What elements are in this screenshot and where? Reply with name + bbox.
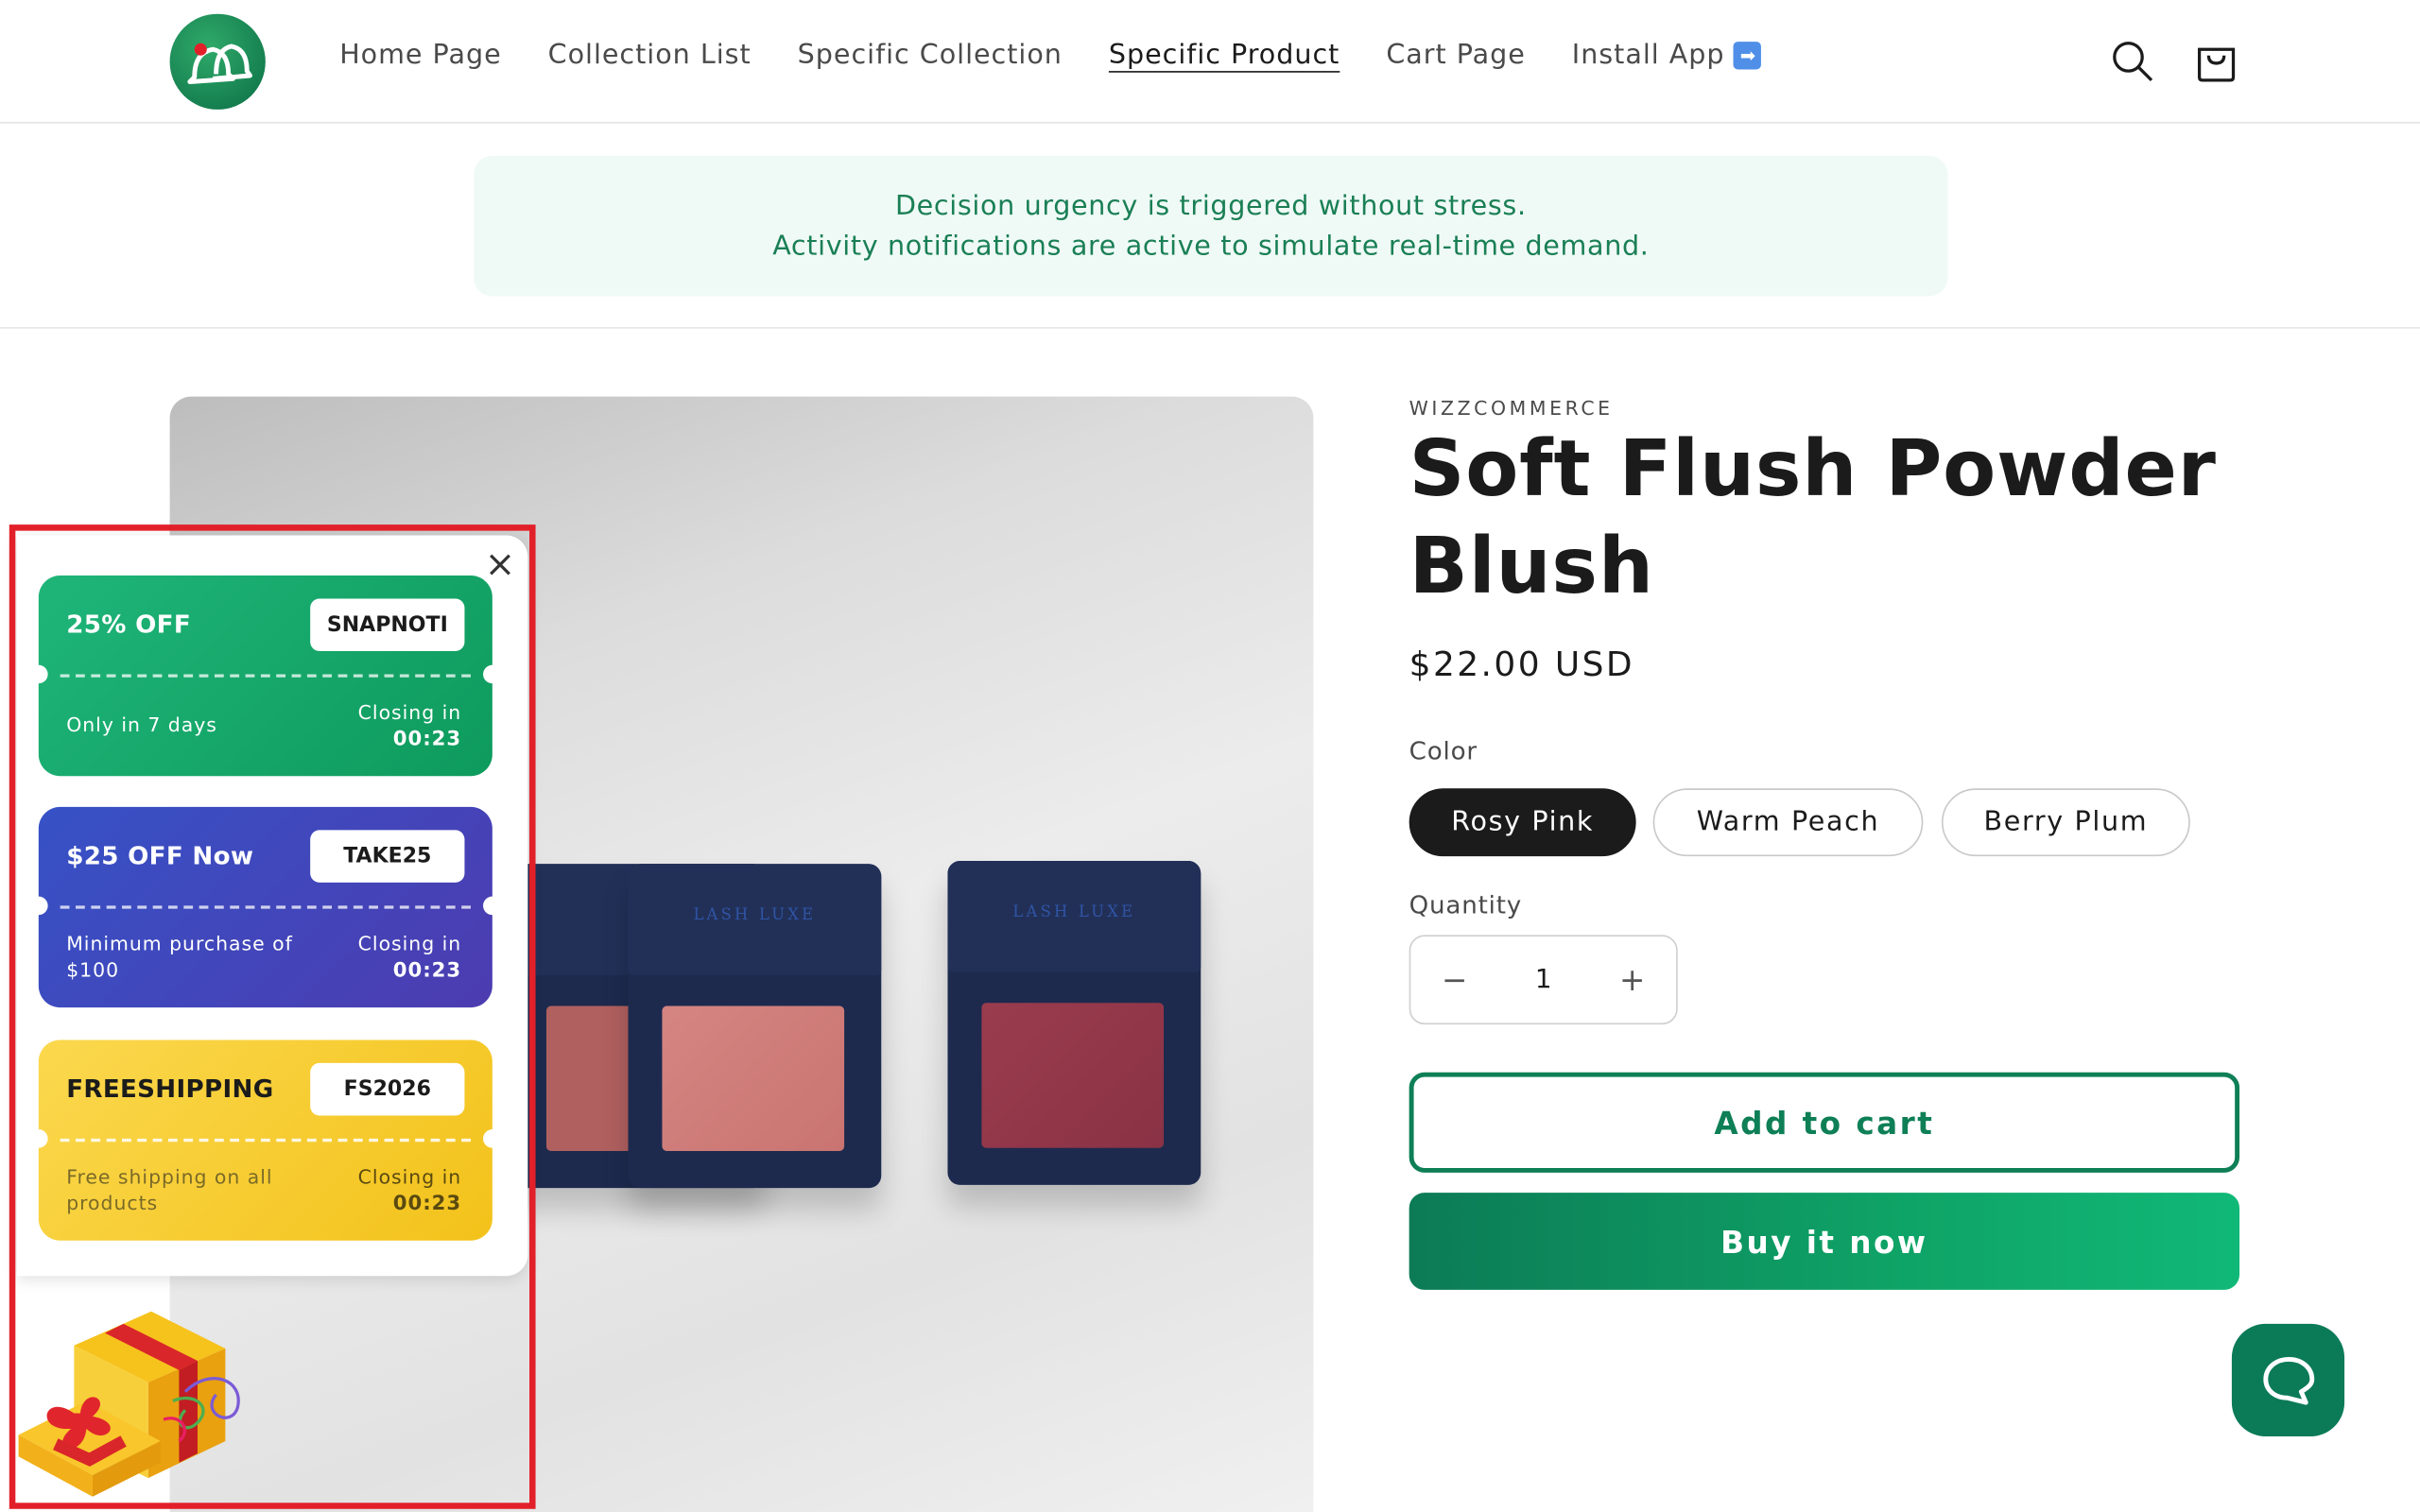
chat-launcher-button[interactable] xyxy=(2231,1323,2345,1437)
banner-line-2: Activity notifications are active to sim… xyxy=(772,231,1650,263)
buy-now-button[interactable]: Buy it now xyxy=(1409,1193,2240,1290)
quantity-input[interactable]: 1 xyxy=(1535,964,1552,995)
nav-home[interactable]: Home Page xyxy=(339,40,501,71)
product-price: $22.00 USD xyxy=(1409,646,1635,685)
color-option-rosy-pink[interactable]: Rosy Pink xyxy=(1409,788,1636,857)
announcement-banner: Decision urgency is triggered without st… xyxy=(474,155,1948,297)
announcement-section: Decision urgency is triggered without st… xyxy=(0,124,2420,329)
compact-brand-text-2: LASH LUXE xyxy=(1012,903,1136,921)
banner-line-1: Decision urgency is triggered without st… xyxy=(894,191,1527,223)
compact-brand-text: LASH LUXE xyxy=(693,907,817,924)
nav-specific-collection[interactable]: Specific Collection xyxy=(798,40,1063,71)
quantity-stepper: − 1 + xyxy=(1409,935,1678,1025)
add-to-cart-button[interactable]: Add to cart xyxy=(1409,1072,2240,1173)
site-header: Home Page Collection List Specific Colle… xyxy=(0,0,2420,124)
cart-icon[interactable] xyxy=(2191,37,2240,86)
nav-cart-page[interactable]: Cart Page xyxy=(1386,40,1525,71)
quantity-label: Quantity xyxy=(1409,890,1523,920)
quantity-increment-button[interactable]: + xyxy=(1619,961,1645,998)
quantity-decrement-button[interactable]: − xyxy=(1442,961,1467,998)
product-vendor: WIZZCOMMERCE xyxy=(1409,396,1614,421)
search-icon[interactable] xyxy=(2108,37,2157,86)
product-title: Soft Flush Powder Blush xyxy=(1409,423,2217,611)
arrow-right-icon: ➡ xyxy=(1734,42,1762,70)
highlight-annotation-box xyxy=(9,524,536,1509)
main-nav: Home Page Collection List Specific Colle… xyxy=(339,40,1762,71)
chat-bubble-icon xyxy=(2262,1356,2314,1404)
blush-compact-rosy: LASH LUXE xyxy=(628,864,882,1189)
color-label: Color xyxy=(1409,735,1478,765)
logo-bells-icon[interactable] xyxy=(169,13,266,110)
nav-specific-product[interactable]: Specific Product xyxy=(1109,40,1340,71)
nav-install-app-item[interactable]: Install App ➡ xyxy=(1572,40,1762,71)
blush-compact-berry: LASH LUXE xyxy=(947,861,1201,1185)
color-option-berry-plum[interactable]: Berry Plum xyxy=(1941,788,2190,857)
nav-collection-list[interactable]: Collection List xyxy=(548,40,752,71)
nav-install-app[interactable]: Install App xyxy=(1572,40,1725,71)
color-option-warm-peach[interactable]: Warm Peach xyxy=(1652,788,1924,857)
